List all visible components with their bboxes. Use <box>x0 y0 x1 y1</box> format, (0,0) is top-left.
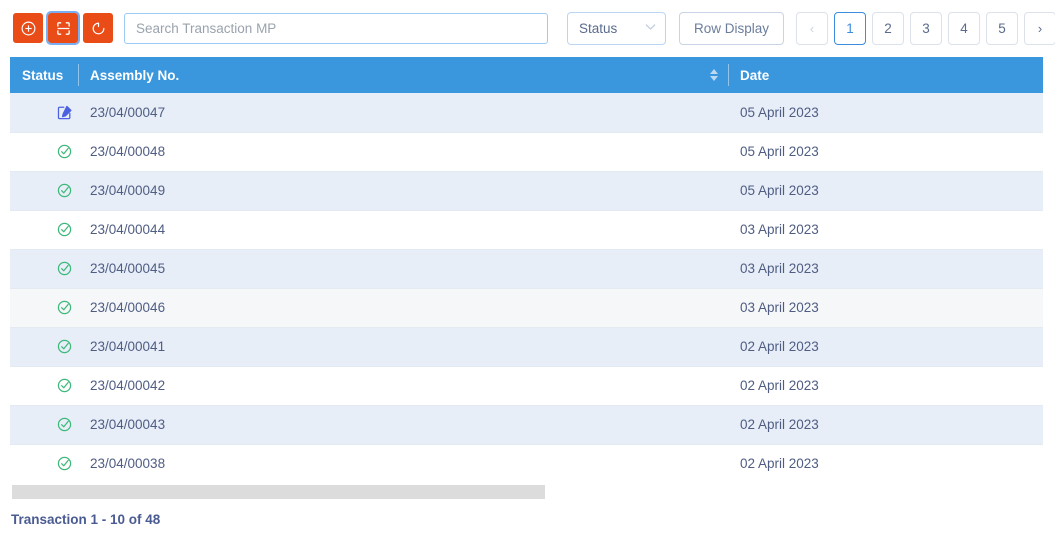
cell-date: 02 April 2023 <box>728 405 1043 445</box>
check-circle-icon[interactable] <box>22 221 78 238</box>
pagination-page-5[interactable]: 5 <box>986 11 1019 45</box>
table-row[interactable]: 23/04/00046 03 April 2023 <box>10 288 1043 328</box>
sort-toggle-icon[interactable] <box>710 69 718 81</box>
chevron-right-icon: › <box>1037 20 1043 36</box>
cell-assembly-no: 23/04/00049 <box>78 171 728 211</box>
edit-icon[interactable] <box>22 104 78 121</box>
cell-date: 03 April 2023 <box>728 210 1043 250</box>
check-circle-icon[interactable] <box>22 377 78 394</box>
transaction-list-page: Status Row Display ‹ 1 2 3 4 5 › <box>0 0 1055 545</box>
column-header-date[interactable]: Date <box>728 57 1043 93</box>
cell-date: 02 April 2023 <box>728 366 1043 406</box>
column-header-label: Date <box>740 67 770 83</box>
status-filter-label: Status <box>579 20 618 36</box>
cell-status <box>10 210 78 250</box>
cell-date: 05 April 2023 <box>728 171 1043 211</box>
page-number-label: 5 <box>998 20 1006 36</box>
cell-assembly-no: 23/04/00048 <box>78 132 728 172</box>
cell-date: 02 April 2023 <box>728 327 1043 367</box>
cell-status <box>10 93 78 133</box>
table-row[interactable]: 23/04/00042 02 April 2023 <box>10 366 1043 406</box>
chevron-down-icon <box>645 23 656 34</box>
cell-assembly-no: 23/04/00046 <box>78 288 728 328</box>
table-header: Status Assembly No. Date <box>10 57 1043 93</box>
transactions-table-container: Status Assembly No. Date 23/04/00047 05 A… <box>10 57 1043 482</box>
pagination-page-4[interactable]: 4 <box>948 11 981 45</box>
row-display-button[interactable]: Row Display <box>679 11 785 45</box>
pagination-page-1[interactable]: 1 <box>834 11 867 45</box>
cell-status <box>10 171 78 211</box>
check-circle-icon[interactable] <box>22 260 78 277</box>
cell-assembly-no: 23/04/00042 <box>78 366 728 406</box>
cell-status <box>10 366 78 406</box>
cell-date: 03 April 2023 <box>728 288 1043 328</box>
table-row[interactable]: 23/04/00045 03 April 2023 <box>10 249 1043 289</box>
cell-status <box>10 288 78 328</box>
cell-assembly-no: 23/04/00041 <box>78 327 728 367</box>
chevron-left-icon: ‹ <box>809 20 815 36</box>
transactions-table: Status Assembly No. Date 23/04/00047 05 A… <box>10 57 1043 482</box>
table-row[interactable]: 23/04/00043 02 April 2023 <box>10 405 1043 445</box>
table-row[interactable]: 23/04/00041 02 April 2023 <box>10 327 1043 367</box>
cell-status <box>10 405 78 445</box>
pagination-prev-button[interactable]: ‹ <box>796 11 829 45</box>
table-body: 23/04/00047 05 April 2023 23/04/00048 05 Ap… <box>10 93 1043 482</box>
cell-date: 05 April 2023 <box>728 132 1043 172</box>
refresh-button[interactable] <box>83 13 113 43</box>
check-circle-icon[interactable] <box>22 182 78 199</box>
horizontal-scrollbar-thumb[interactable] <box>12 485 545 499</box>
cell-date: 02 April 2023 <box>728 444 1043 482</box>
cell-assembly-no: 23/04/00038 <box>78 444 728 482</box>
cell-date: 05 April 2023 <box>728 93 1043 133</box>
cell-status <box>10 327 78 367</box>
check-circle-icon[interactable] <box>22 455 78 472</box>
page-number-label: 1 <box>846 20 854 36</box>
search-input[interactable] <box>124 12 548 44</box>
refresh-icon <box>90 20 107 37</box>
pagination: ‹ 1 2 3 4 5 › <box>796 11 1055 45</box>
table-row[interactable]: 23/04/00038 02 April 2023 <box>10 444 1043 482</box>
cell-status <box>10 249 78 289</box>
pagination-page-3[interactable]: 3 <box>910 11 943 45</box>
column-header-label: Status <box>22 67 64 83</box>
cell-assembly-no: 23/04/00044 <box>78 210 728 250</box>
column-header-label: Assembly No. <box>90 67 180 83</box>
table-row[interactable]: 23/04/00048 05 April 2023 <box>10 132 1043 172</box>
status-filter-dropdown[interactable]: Status <box>567 11 666 45</box>
page-number-label: 4 <box>960 20 968 36</box>
row-display-label: Row Display <box>694 20 770 36</box>
table-row[interactable]: 23/04/00047 05 April 2023 <box>10 93 1043 133</box>
page-number-label: 3 <box>922 20 930 36</box>
cell-status <box>10 132 78 172</box>
cell-assembly-no: 23/04/00047 <box>78 93 728 133</box>
caret-down-icon <box>710 76 718 81</box>
caret-up-icon <box>710 69 718 74</box>
check-circle-icon[interactable] <box>22 416 78 433</box>
table-header-row: Status Assembly No. Date <box>10 57 1043 93</box>
cell-date: 03 April 2023 <box>728 249 1043 289</box>
pagination-page-2[interactable]: 2 <box>872 11 905 45</box>
check-circle-icon[interactable] <box>22 338 78 355</box>
page-number-label: 2 <box>884 20 892 36</box>
scan-icon <box>55 20 72 37</box>
table-row[interactable]: 23/04/00044 03 April 2023 <box>10 210 1043 250</box>
column-header-status[interactable]: Status <box>10 57 78 93</box>
check-circle-icon[interactable] <box>22 143 78 160</box>
horizontal-scrollbar[interactable] <box>12 485 1043 499</box>
record-count-summary: Transaction 1 - 10 of 48 <box>11 512 161 527</box>
scan-button[interactable] <box>46 11 80 45</box>
cell-status <box>10 444 78 482</box>
search-container <box>124 12 548 44</box>
column-header-assembly-no[interactable]: Assembly No. <box>78 57 728 93</box>
check-circle-icon[interactable] <box>22 299 78 316</box>
cell-assembly-no: 23/04/00043 <box>78 405 728 445</box>
table-row[interactable]: 23/04/00049 05 April 2023 <box>10 171 1043 211</box>
pagination-next-button[interactable]: › <box>1024 11 1055 45</box>
plus-circle-icon <box>20 20 37 37</box>
toolbar: Status Row Display ‹ 1 2 3 4 5 › <box>0 10 1055 46</box>
cell-assembly-no: 23/04/00045 <box>78 249 728 289</box>
add-transaction-button[interactable] <box>13 13 43 43</box>
